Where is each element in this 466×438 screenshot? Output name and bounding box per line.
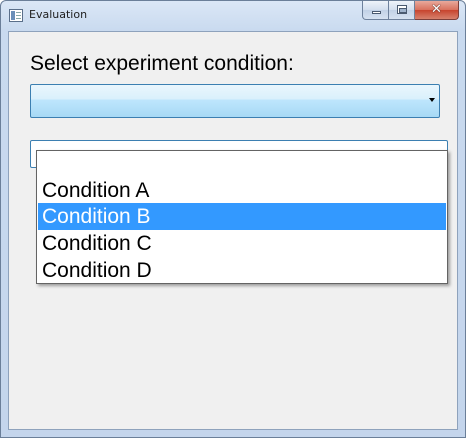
title-bar[interactable]: Evaluation ✕ [1, 1, 465, 31]
condition-combobox[interactable] [30, 84, 440, 118]
dropdown-option-condition-c[interactable]: Condition C [38, 230, 446, 257]
client-area: Select experiment condition: Condition A… [8, 31, 458, 430]
minimize-button[interactable] [362, 1, 389, 20]
minimize-icon [372, 11, 381, 14]
app-icon[interactable] [9, 9, 23, 22]
maximize-button[interactable] [389, 1, 415, 20]
app-window: Evaluation ✕ Select experiment condition… [0, 0, 466, 438]
condition-dropdown-list[interactable]: Condition A Condition B Condition C Cond… [36, 150, 448, 284]
window-title: Evaluation [29, 8, 88, 21]
dropdown-option-condition-a[interactable]: Condition A [38, 177, 446, 204]
dropdown-option-empty[interactable] [38, 152, 446, 179]
dropdown-option-condition-d[interactable]: Condition D [38, 257, 446, 284]
chevron-down-icon[interactable] [429, 98, 435, 102]
close-icon: ✕ [431, 2, 442, 17]
close-button[interactable]: ✕ [415, 1, 459, 20]
condition-prompt-label: Select experiment condition: [30, 52, 294, 75]
maximize-icon [397, 5, 407, 14]
caption-buttons: ✕ [362, 1, 459, 20]
dropdown-option-condition-b[interactable]: Condition B [38, 203, 446, 230]
